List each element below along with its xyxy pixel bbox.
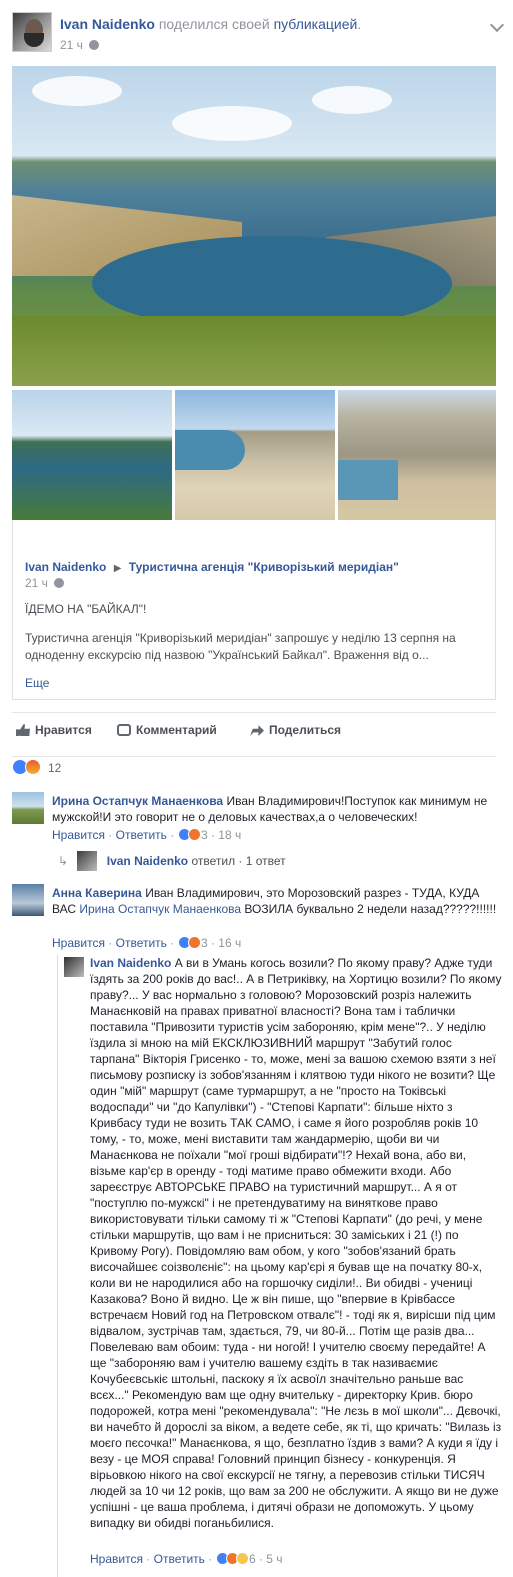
- like-label: Нравится: [35, 723, 92, 737]
- reply-text: А ви в Умань когось возили? По якому пра…: [90, 956, 502, 1530]
- comment-time[interactable]: 16 ч: [218, 936, 241, 950]
- shared-verb: поделился своей: [158, 16, 270, 32]
- reply-count[interactable]: 1 ответ: [246, 854, 286, 868]
- shared-author-link[interactable]: Ivan Naidenko: [25, 560, 106, 574]
- comment-actions: Нравится · Ответить · 3 · 16 ч: [52, 936, 242, 950]
- commenter-avatar[interactable]: [12, 792, 44, 824]
- comment-reply-link[interactable]: Ответить: [116, 828, 167, 842]
- reply-actions: Нравится · Ответить · 6 · 5 ч: [90, 1552, 283, 1566]
- shared-post-attribution: Ivan Naidenko ▶ Туристична агенція "Крив…: [25, 560, 399, 574]
- post-header: Ivan Naidenko поделился своей публикацие…: [12, 12, 505, 54]
- angry-reaction-icon: [25, 759, 41, 775]
- replied-verb: ответил: [191, 854, 236, 868]
- comment-actions: Нравится · Ответить · 3 · 18 ч: [52, 828, 242, 842]
- replier-avatar: [77, 851, 98, 871]
- shared-timestamp[interactable]: 21 ч: [25, 576, 65, 590]
- replier-name[interactable]: Ivan Naidenko: [107, 854, 188, 868]
- shared-page-link[interactable]: Туристична агенція "Криворізький меридіа…: [129, 560, 399, 574]
- reply-arrow-icon: ↳: [58, 854, 69, 868]
- reply-reply-link[interactable]: Ответить: [154, 1552, 205, 1566]
- reply-author-avatar[interactable]: [64, 957, 84, 977]
- arrow-right-icon: ▶: [113, 563, 122, 574]
- comment-text-continued: ВОЗИЛА буквально 2 недели назад?????!!!!…: [244, 902, 497, 916]
- share-icon: [250, 725, 264, 736]
- comment-reaction-count[interactable]: 3: [201, 936, 208, 950]
- reactions-summary[interactable]: 12: [12, 756, 496, 776]
- see-more-link[interactable]: Еще: [25, 676, 49, 690]
- shared-body: Туристична агенція "Криворізький меридіа…: [25, 631, 456, 662]
- commenter-name-link[interactable]: Ирина Остапчук Манаенкова: [52, 794, 223, 808]
- comment-reaction-count[interactable]: 3: [201, 828, 208, 842]
- publication-link[interactable]: публикацией: [274, 16, 358, 32]
- comment-label: Комментарий: [136, 723, 217, 737]
- photo-thumbnail-3[interactable]: [338, 390, 496, 520]
- mention-link[interactable]: Ирина Остапчук Манаенкова: [79, 902, 241, 916]
- wow-reaction-icon: [235, 1552, 249, 1565]
- comment-time[interactable]: 18 ч: [218, 828, 241, 842]
- share-label: Поделиться: [269, 723, 342, 737]
- commenter-name-link[interactable]: Анна Каверина: [52, 886, 142, 900]
- reply-reaction-count[interactable]: 6: [249, 1552, 256, 1566]
- shared-headline: ЇДЕМО НА "БАЙКАЛ"!: [25, 602, 147, 616]
- globe-icon: [54, 578, 65, 588]
- reply-thread: Ivan Naidenko А ви в Умань когось возили…: [57, 955, 505, 1577]
- facebook-post: Ivan Naidenko поделился своей публикацие…: [0, 0, 513, 1577]
- share-button[interactable]: Поделиться: [250, 723, 341, 737]
- photo-thumbnail-1[interactable]: [12, 390, 172, 520]
- chevron-down-icon[interactable]: [489, 17, 505, 33]
- comment-button[interactable]: Комментарий: [117, 723, 217, 737]
- comment-reply-link[interactable]: Ответить: [116, 936, 167, 950]
- reply-body: Ivan Naidenko А ви в Умань когось возили…: [90, 955, 504, 1531]
- post-action-bar: Нравится Комментарий Поделиться: [12, 712, 496, 742]
- comment-like-link[interactable]: Нравится: [52, 936, 105, 950]
- comment-icon: [117, 724, 131, 736]
- reply-time[interactable]: 5 ч: [266, 1552, 282, 1566]
- author-avatar[interactable]: [12, 12, 52, 52]
- photo-thumbnail-2[interactable]: [175, 390, 335, 520]
- reply-like-link[interactable]: Нравится: [90, 1552, 143, 1566]
- angry-reaction-icon: [187, 936, 201, 949]
- post-header-line: Ivan Naidenko поделился своей публикацие…: [60, 16, 362, 32]
- shared-post-box: Ivan Naidenko ▶ Туристична агенція "Крив…: [12, 520, 496, 700]
- comment-body: Анна Каверина Иван Владимирович, это Мор…: [52, 885, 500, 917]
- post-time-text[interactable]: 21 ч: [60, 38, 83, 52]
- author-name-link[interactable]: Ivan Naidenko: [60, 16, 155, 32]
- thumbs-up-icon: [16, 724, 30, 736]
- comment-body: Ирина Остапчук Манаенкова Иван Владимиро…: [52, 793, 500, 825]
- globe-icon: [89, 40, 100, 50]
- reply-author-name-link[interactable]: Ivan Naidenko: [90, 956, 171, 970]
- like-button[interactable]: Нравится: [16, 723, 92, 737]
- commenter-avatar[interactable]: [12, 884, 44, 916]
- reaction-count[interactable]: 12: [48, 761, 61, 775]
- angry-reaction-icon: [187, 828, 201, 841]
- replies-summary[interactable]: ↳ Ivan Naidenko ответил · 1 ответ: [58, 851, 286, 871]
- post-timestamp[interactable]: 21 ч: [60, 38, 100, 52]
- comment-like-link[interactable]: Нравится: [52, 828, 105, 842]
- shared-time-text[interactable]: 21 ч: [25, 576, 48, 590]
- main-photo[interactable]: [12, 66, 496, 386]
